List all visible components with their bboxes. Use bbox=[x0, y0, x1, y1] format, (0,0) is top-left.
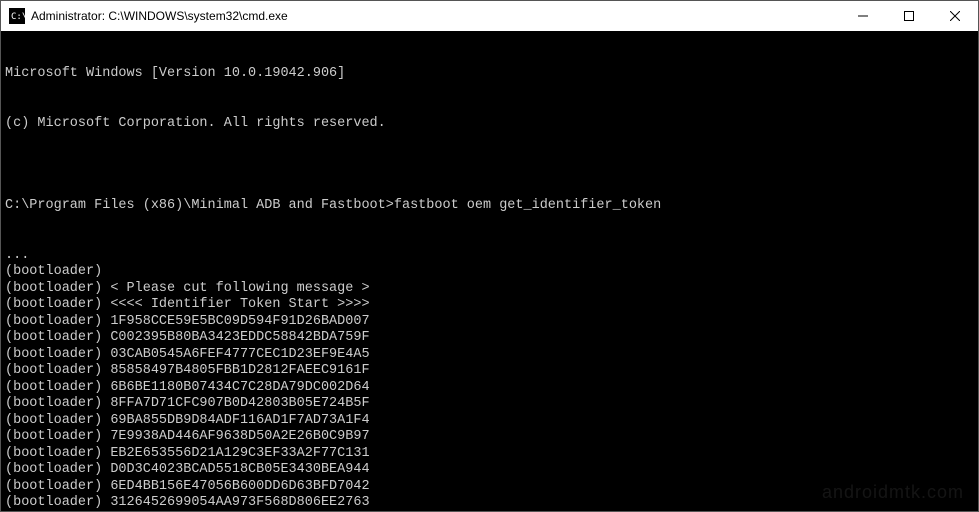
output-line: (bootloader) C002395B80BA3423EDDC58842BD… bbox=[5, 330, 974, 347]
output-line: (bootloader) 3126452699054AA973F568D806E… bbox=[5, 495, 974, 511]
command-line-1: C:\Program Files (x86)\Minimal ADB and F… bbox=[5, 198, 974, 215]
output-line: (bootloader) 85858497B4805FBB1D2812FAEEC… bbox=[5, 363, 974, 380]
maximize-button[interactable] bbox=[886, 1, 932, 31]
typed-command: fastboot oem get_identifier_token bbox=[394, 198, 661, 215]
titlebar[interactable]: C:\ Administrator: C:\WINDOWS\system32\c… bbox=[1, 1, 978, 31]
output-line: (bootloader) D0D3C4023BCAD5518CB05E3430B… bbox=[5, 462, 974, 479]
output-line: (bootloader) 69BA855DB9D84ADF116AD1F7AD7… bbox=[5, 413, 974, 430]
cmd-icon: C:\ bbox=[9, 8, 25, 24]
output-block: ...(bootloader)(bootloader) < Please cut… bbox=[5, 248, 974, 512]
banner-line: (c) Microsoft Corporation. All rights re… bbox=[5, 116, 974, 133]
output-line: (bootloader) bbox=[5, 264, 974, 281]
output-line: ... bbox=[5, 248, 974, 265]
output-line: (bootloader) 03CAB0545A6FEF4777CEC1D23EF… bbox=[5, 347, 974, 364]
output-line: (bootloader) 7E9938AD446AF9638D50A2E26B0… bbox=[5, 429, 974, 446]
window-controls bbox=[840, 1, 978, 31]
window-title: Administrator: C:\WINDOWS\system32\cmd.e… bbox=[31, 9, 840, 23]
output-line: (bootloader) EB2E653556D21A129C3EF33A2F7… bbox=[5, 446, 974, 463]
svg-text:C:\: C:\ bbox=[11, 12, 25, 22]
prompt-path: C:\Program Files (x86)\Minimal ADB and F… bbox=[5, 198, 394, 215]
output-line: (bootloader) 8FFA7D71CFC907B0D42803B05E7… bbox=[5, 396, 974, 413]
output-line: (bootloader) < Please cut following mess… bbox=[5, 281, 974, 298]
output-line: (bootloader) <<<< Identifier Token Start… bbox=[5, 297, 974, 314]
close-button[interactable] bbox=[932, 1, 978, 31]
output-line: (bootloader) 6ED4BB156E47056B600DD6D63BF… bbox=[5, 479, 974, 496]
banner-line: Microsoft Windows [Version 10.0.19042.90… bbox=[5, 66, 974, 83]
cmd-window: C:\ Administrator: C:\WINDOWS\system32\c… bbox=[0, 0, 979, 512]
output-line: (bootloader) 6B6BE1180B07434C7C28DA79DC0… bbox=[5, 380, 974, 397]
output-line: (bootloader) 1F958CCE59E5BC09D594F91D26B… bbox=[5, 314, 974, 331]
terminal-output[interactable]: Microsoft Windows [Version 10.0.19042.90… bbox=[1, 31, 978, 511]
minimize-button[interactable] bbox=[840, 1, 886, 31]
